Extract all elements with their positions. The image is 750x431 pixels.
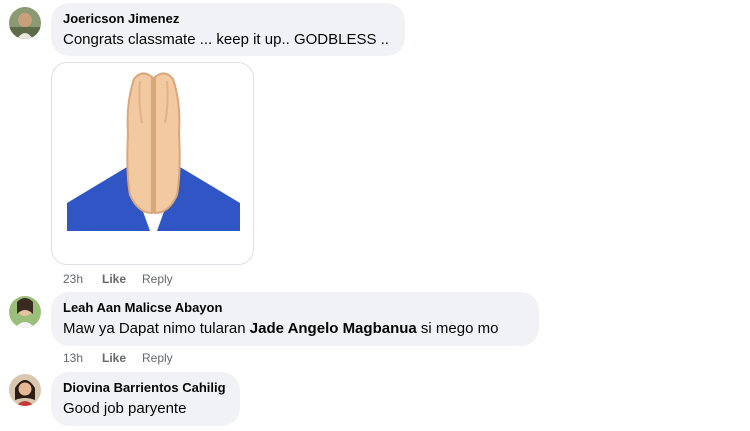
- comment-text-prefix: Maw ya Dapat nimo tularan: [63, 320, 250, 337]
- comment-author[interactable]: Joericson Jimenez: [63, 11, 393, 27]
- avatar[interactable]: [9, 296, 41, 328]
- avatar[interactable]: [9, 7, 41, 39]
- reply-button[interactable]: Reply: [142, 271, 173, 287]
- praying-hands-icon: [67, 72, 240, 231]
- comment-author[interactable]: Diovina Barrientos Cahilig: [63, 380, 228, 396]
- like-button[interactable]: Like: [102, 350, 142, 366]
- comment-text: Congrats classmate ... keep it up.. GODB…: [63, 31, 389, 48]
- comment-text-suffix: si mego mo: [416, 320, 499, 337]
- avatar[interactable]: [9, 374, 41, 406]
- comment-bubble: Diovina Barrientos Cahilig Good job pary…: [51, 372, 240, 426]
- comment-bubble: Leah Aan Malicse Abayon Maw ya Dapat nim…: [51, 292, 539, 346]
- comment-timestamp[interactable]: 23h: [63, 271, 102, 287]
- mention-link[interactable]: Jade Angelo Magbanua: [250, 320, 417, 337]
- comment-text: Maw ya Dapat nimo tularan Jade Angelo Ma…: [63, 319, 527, 339]
- comment-bubble: Joericson Jimenez Congrats classmate ...…: [51, 3, 405, 56]
- comment-sticker: [51, 62, 254, 265]
- reply-button[interactable]: Reply: [142, 350, 173, 366]
- comment-actions: 23h Like Reply: [63, 271, 173, 287]
- comment-actions: 13h Like Reply: [63, 350, 173, 366]
- comment-author[interactable]: Leah Aan Malicse Abayon: [63, 300, 527, 316]
- like-button[interactable]: Like: [102, 271, 142, 287]
- comment-text: Good job paryente: [63, 400, 187, 417]
- comment-timestamp[interactable]: 13h: [63, 350, 102, 366]
